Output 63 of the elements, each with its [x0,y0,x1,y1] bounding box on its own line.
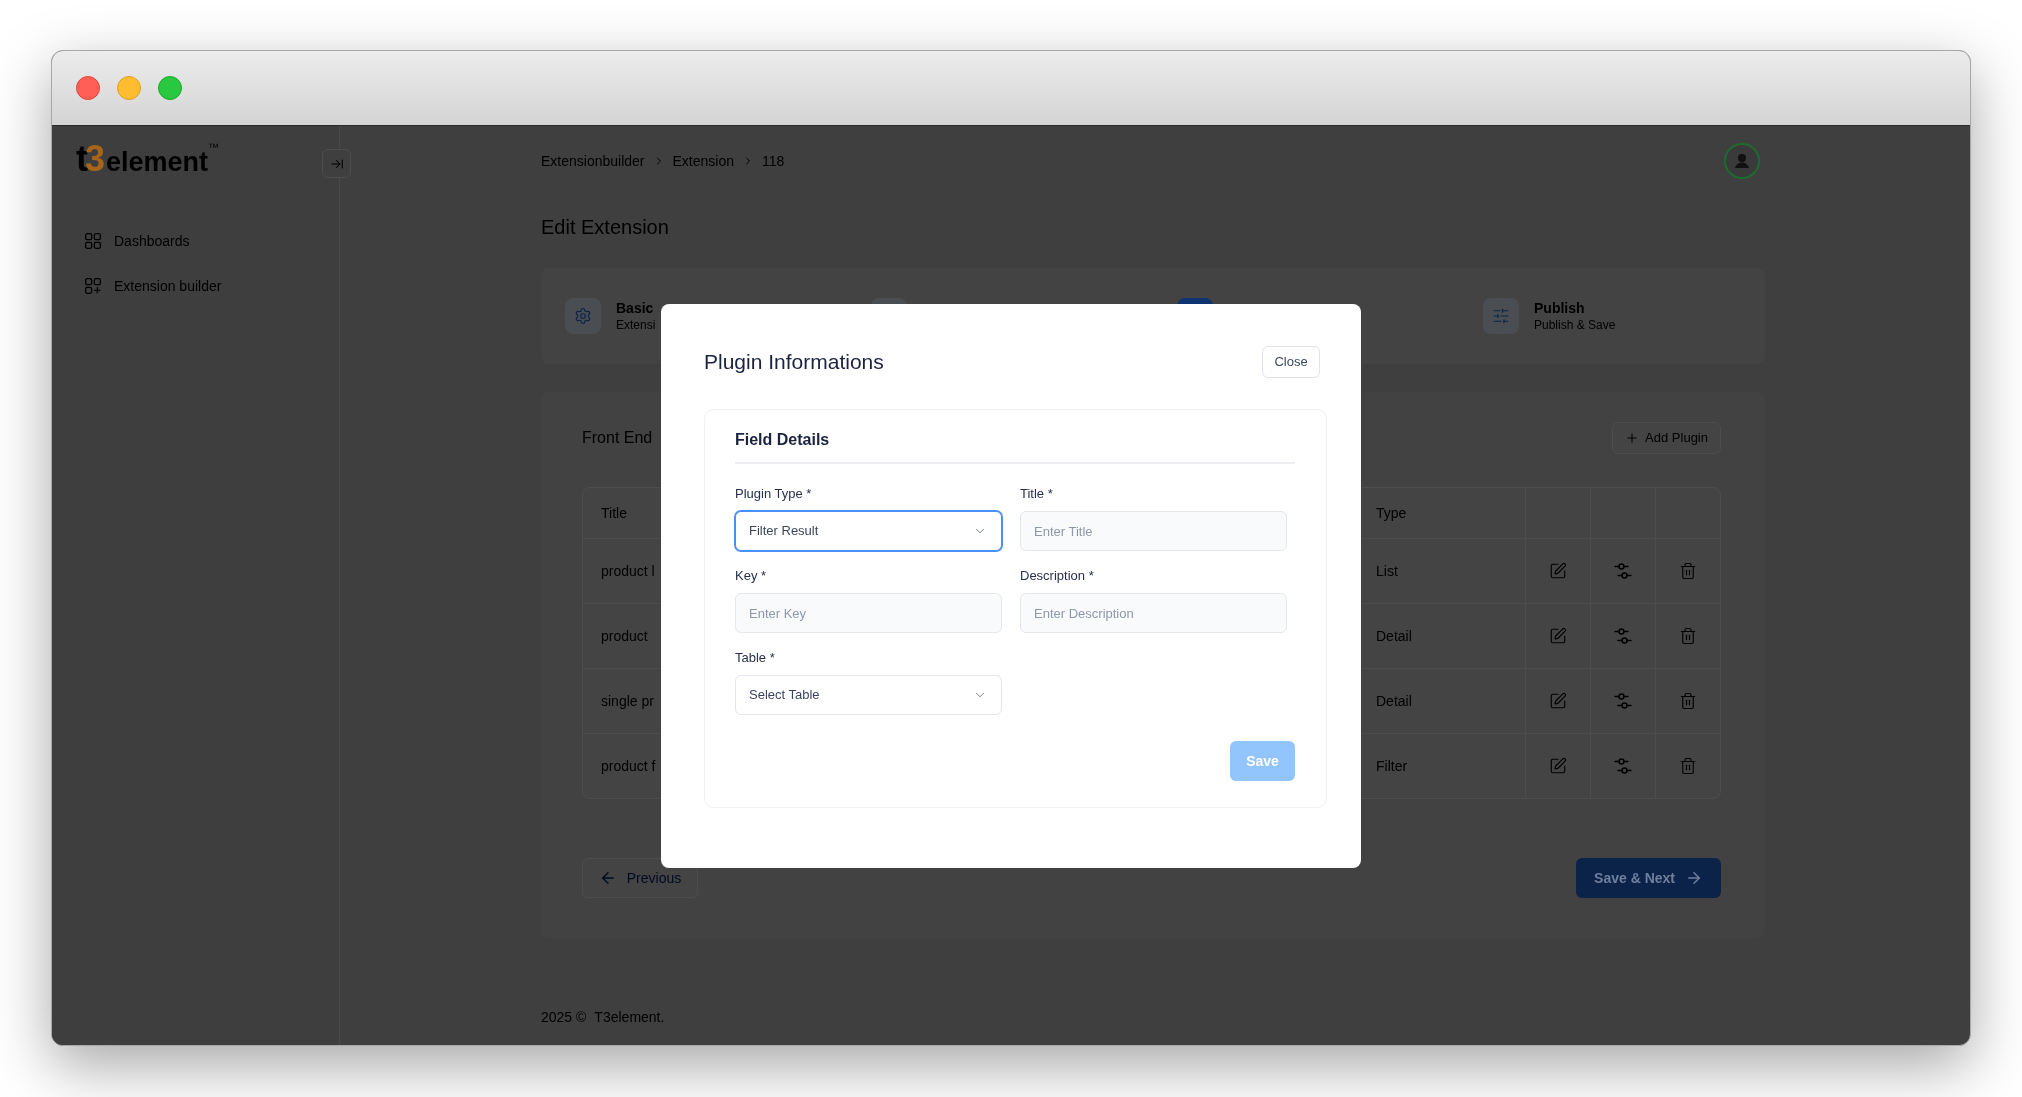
logo-text: element [106,147,209,177]
trash-icon[interactable] [1679,627,1697,645]
section-title: Front End [582,428,653,448]
field-label: Description * [1020,567,1094,585]
sliders-icon[interactable] [1614,693,1632,709]
trash-icon[interactable] [1679,757,1697,775]
breadcrumb-item[interactable]: Extension [672,150,734,172]
sliders-icon[interactable] [1614,758,1632,774]
step-subtitle: Publish & Save [1534,317,1616,333]
close-button[interactable]: Close [1262,346,1320,378]
column-header: Type [1376,503,1407,523]
sidebar-item[interactable]: Extension builder [85,268,222,304]
select-field[interactable]: Filter Result [735,511,1002,551]
close-window-icon[interactable] [76,76,100,100]
zoom-window-icon[interactable] [158,76,182,100]
grid-icon [85,233,101,249]
edit-icon[interactable] [1549,692,1567,710]
field-label: Table * [735,649,775,667]
breadcrumb-item[interactable]: Extensionbuilder [541,150,645,172]
input-field[interactable]: Enter Key [735,593,1002,633]
plus-icon [1625,431,1640,445]
field-label: Plugin Type * [735,485,812,503]
add-plugin-button[interactable]: Add Plugin [1612,422,1721,454]
sliders-icon[interactable] [1614,563,1632,579]
trademark-sign: ™ [208,141,220,153]
breadcrumb-item: 118 [762,151,785,171]
input-field[interactable]: Enter Description [1020,593,1287,633]
trash-icon[interactable] [1679,562,1697,580]
grid-plus-icon [85,278,101,294]
arrow-right-icon [1685,869,1703,887]
sidebar-item[interactable]: Dashboards [85,223,190,259]
sliders-icon[interactable] [1614,628,1632,644]
step-title: Publish [1534,299,1586,317]
field-label: Key * [735,567,767,585]
step-title: Basic [616,299,655,317]
row-title: single pr [601,691,654,711]
previous-button[interactable]: Previous [582,858,698,898]
input-field[interactable]: Enter Title [1020,511,1287,551]
row-type: Filter [1376,756,1408,776]
row-title: product f [601,756,656,776]
brand-link[interactable]: T3element. [594,1007,665,1028]
sidebar-toggle-button[interactable] [322,149,351,178]
dialog-title: Plugin Informations [704,349,884,376]
page-title: Edit Extension [541,215,669,240]
edit-icon[interactable] [1549,757,1567,775]
row-type: List [1376,561,1398,581]
select-field[interactable]: Select Table [735,675,1002,715]
row-type: Detail [1376,626,1412,646]
step-subtitle: Extensi [616,317,656,333]
avatar-icon[interactable] [1724,143,1760,179]
row-title: product [601,626,648,646]
logo-mark: t3 [76,141,103,177]
section-heading: Field Details [735,430,830,450]
edit-icon[interactable] [1549,627,1567,645]
row-type: Detail [1376,691,1412,711]
arrow-to-line-icon [329,156,344,171]
field-label: Title * [1020,485,1053,503]
copyright-text: 2025 © [541,1008,587,1027]
trash-icon[interactable] [1679,692,1697,710]
column-header: Title [601,503,627,523]
edit-icon[interactable] [1549,562,1567,580]
minimize-window-icon[interactable] [117,76,141,100]
save-next-button[interactable]: Save & Next [1576,858,1721,898]
